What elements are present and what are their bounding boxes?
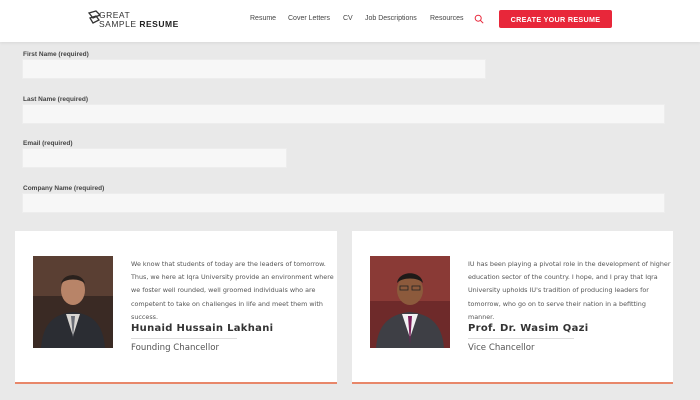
company-name-label: Company Name (required) bbox=[23, 185, 105, 192]
search-icon[interactable] bbox=[474, 14, 484, 24]
testimonial-card-1: We know that students of today are the l… bbox=[15, 231, 337, 384]
logo-text-resume: RESUME bbox=[139, 19, 179, 29]
testimonial-title: Founding Chancellor bbox=[131, 343, 220, 353]
first-name-label: First Name (required) bbox=[23, 51, 89, 58]
nav-item-job-descriptions[interactable]: Job Descriptions bbox=[365, 15, 417, 22]
testimonial-card-2: IU has been playing a pivotal role in th… bbox=[352, 231, 673, 384]
nav-item-cover-letters[interactable]: Cover Letters bbox=[288, 15, 330, 22]
create-resume-button[interactable]: CREATE YOUR RESUME bbox=[499, 10, 612, 28]
company-name-field[interactable] bbox=[22, 193, 665, 213]
testimonial-title: Vice Chancellor bbox=[468, 343, 535, 353]
last-name-label: Last Name (required) bbox=[23, 96, 89, 103]
person-photo-icon bbox=[33, 256, 113, 348]
last-name-field[interactable] bbox=[22, 104, 665, 124]
site-header: GREAT SAMPLE RESUME Resume Cover Letters… bbox=[0, 0, 700, 42]
email-field[interactable] bbox=[22, 148, 287, 168]
vice-chancellor-photo bbox=[370, 256, 450, 348]
nav-item-cv[interactable]: CV bbox=[343, 15, 353, 22]
nav-item-resume[interactable]: Resume bbox=[250, 15, 276, 22]
chancellor-photo bbox=[33, 256, 113, 348]
divider bbox=[468, 338, 574, 339]
email-label: Email (required) bbox=[23, 140, 73, 147]
divider bbox=[131, 338, 237, 339]
logo-text-sample: SAMPLE bbox=[99, 19, 137, 29]
testimonial-quote: IU has been playing a pivotal role in th… bbox=[468, 260, 671, 321]
person-photo-icon bbox=[370, 256, 450, 348]
testimonial-name: Hunaid Hussain Lakhani bbox=[131, 323, 274, 334]
testimonial-name: Prof. Dr. Wasim Qazi bbox=[468, 323, 589, 334]
site-logo[interactable]: GREAT SAMPLE RESUME bbox=[87, 9, 179, 29]
logo-text-line2: SAMPLE RESUME bbox=[99, 19, 179, 29]
first-name-field[interactable] bbox=[22, 59, 486, 79]
nav-item-resources[interactable]: Resources bbox=[430, 15, 463, 22]
testimonial-quote: We know that students of today are the l… bbox=[131, 260, 334, 321]
